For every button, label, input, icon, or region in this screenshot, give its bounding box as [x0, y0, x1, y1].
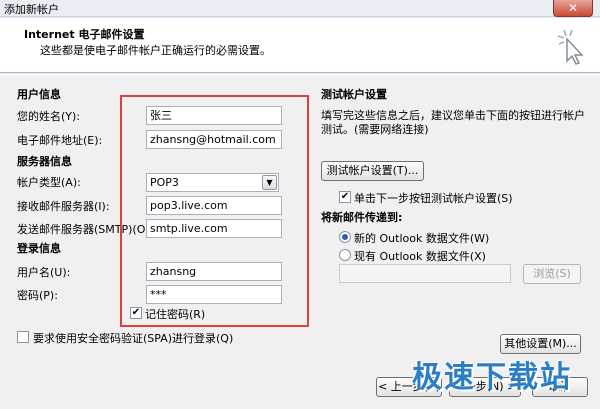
new-data-file-radio[interactable] [339, 231, 351, 243]
outgoing-server-label: 发送邮件服务器(SMTP)(O): [17, 223, 154, 236]
user-info-heading: 用户信息 [17, 88, 61, 101]
remember-password-label: 记住密码(R) [145, 308, 206, 321]
dialog-header: Internet 电子邮件设置 这些都是使电子邮件帐户正确运行的必需设置。 [0, 18, 600, 73]
existing-data-file-radio[interactable] [339, 249, 351, 261]
chevron-down-icon[interactable]: ▼ [262, 175, 277, 190]
username-input[interactable]: zhansng [146, 262, 282, 281]
site-watermark: 极速下载站 [412, 360, 572, 395]
account-type-select[interactable]: POP3 ▼ [146, 173, 279, 192]
remember-password-checkbox[interactable]: ✔ [130, 307, 142, 319]
deliver-heading: 将新邮件传递到: [321, 211, 403, 224]
test-account-button[interactable]: 测试帐户设置(T)... [321, 161, 424, 181]
incoming-server-label: 接收邮件服务器(I): [17, 200, 110, 213]
name-label: 您的姓名(Y): [17, 110, 81, 123]
data-file-path-input[interactable] [339, 264, 511, 283]
browse-button[interactable]: 浏览(S) [523, 264, 581, 284]
window-title: 添加新帐户 [4, 3, 59, 16]
auto-test-label: 单击下一步按钮测试帐户设置(S) [354, 192, 513, 205]
header-title: Internet 电子邮件设置 [24, 28, 145, 41]
header-subtitle: 这些都是使电子邮件帐户正确运行的必需设置。 [40, 44, 271, 57]
spa-label: 要求使用安全密码验证(SPA)进行登录(Q) [33, 332, 234, 345]
login-info-heading: 登录信息 [17, 242, 61, 255]
incoming-server-input[interactable]: pop3.live.com [146, 196, 282, 215]
test-description-line2: 测试。(需要网络连接) [321, 123, 429, 136]
account-type-label: 帐户类型(A): [17, 176, 81, 189]
auto-test-checkbox[interactable]: ✔ [339, 191, 351, 203]
account-type-value: POP3 [150, 176, 179, 189]
cursor-click-icon [557, 29, 584, 65]
close-icon: ✕ [567, 1, 579, 15]
close-button[interactable]: ✕ [553, 0, 593, 17]
password-input[interactable]: *** [146, 285, 282, 304]
server-info-heading: 服务器信息 [17, 155, 72, 168]
name-input[interactable]: 张三 [146, 106, 282, 125]
new-data-file-label: 新的 Outlook 数据文件(W) [354, 232, 490, 245]
email-label: 电子邮件地址(E): [17, 134, 103, 147]
spa-checkbox[interactable] [17, 331, 29, 343]
test-settings-heading: 测试帐户设置 [321, 88, 387, 101]
password-label: 密码(P): [17, 289, 58, 302]
outgoing-server-input[interactable]: smtp.live.com [146, 219, 282, 238]
window-titlebar: 添加新帐户 ✕ [0, 0, 600, 17]
existing-data-file-label: 现有 Outlook 数据文件(X) [354, 250, 486, 263]
email-input[interactable]: zhansng@hotmail.com [146, 130, 282, 149]
more-settings-button[interactable]: 其他设置(M)... [500, 334, 581, 354]
username-label: 用户名(U): [17, 266, 71, 279]
